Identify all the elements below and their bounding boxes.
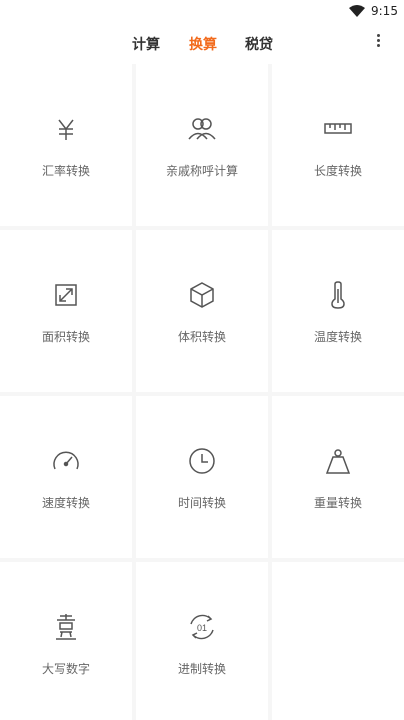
converter-label: 亲戚称呼计算	[165, 164, 238, 178]
people-icon	[187, 114, 217, 144]
area-icon	[51, 280, 81, 310]
converter-grid: 汇率转换 亲戚称呼计算 长度转换 面积转换 体积转换 温度转换 速度转换 时间转…	[0, 64, 404, 720]
converter-length[interactable]: 长度转换	[272, 64, 404, 226]
ruler-icon	[323, 114, 353, 144]
cube-icon	[187, 280, 217, 310]
converter-area[interactable]: 面积转换	[0, 230, 132, 392]
converter-label: 长度转换	[313, 164, 362, 178]
top-tab-bar: 计算 换算 税贷	[0, 24, 404, 64]
converter-label: 汇率转换	[41, 164, 90, 178]
chinese-numeral-icon	[51, 612, 81, 642]
yen-icon	[51, 114, 81, 144]
converter-temperature[interactable]: 温度转换	[272, 230, 404, 392]
converter-label: 体积转换	[177, 330, 226, 344]
converter-label: 面积转换	[41, 330, 90, 344]
converter-label: 重量转换	[313, 496, 362, 510]
tab-tax-loan[interactable]: 税贷	[245, 34, 273, 54]
converter-chinese-numerals[interactable]: 大写数字	[0, 562, 132, 720]
weight-icon	[323, 446, 353, 476]
tab-convert[interactable]: 换算	[189, 34, 217, 54]
converter-label: 温度转换	[313, 330, 362, 344]
converter-time[interactable]: 时间转换	[136, 396, 268, 558]
clock-icon	[187, 446, 217, 476]
converter-exchange-rate[interactable]: 汇率转换	[0, 64, 132, 226]
status-bar: 9:15	[0, 0, 404, 24]
converter-weight[interactable]: 重量转换	[272, 396, 404, 558]
converter-volume[interactable]: 体积转换	[136, 230, 268, 392]
status-time: 9:15	[371, 4, 398, 18]
converter-number-base[interactable]: 01 进制转换	[136, 562, 268, 720]
speedometer-icon	[51, 446, 81, 476]
binary-icon: 01	[187, 612, 217, 642]
converter-label: 速度转换	[41, 496, 90, 510]
more-menu-icon[interactable]	[370, 32, 386, 54]
tab-calculate[interactable]: 计算	[132, 34, 160, 54]
empty-cell	[272, 562, 404, 720]
svg-text:01: 01	[197, 623, 207, 633]
converter-speed[interactable]: 速度转换	[0, 396, 132, 558]
wifi-icon	[349, 5, 365, 17]
converter-label: 大写数字	[41, 662, 90, 676]
converter-label: 时间转换	[177, 496, 226, 510]
converter-label: 进制转换	[177, 662, 226, 676]
thermometer-icon	[323, 280, 353, 310]
converter-relative-title[interactable]: 亲戚称呼计算	[136, 64, 268, 226]
